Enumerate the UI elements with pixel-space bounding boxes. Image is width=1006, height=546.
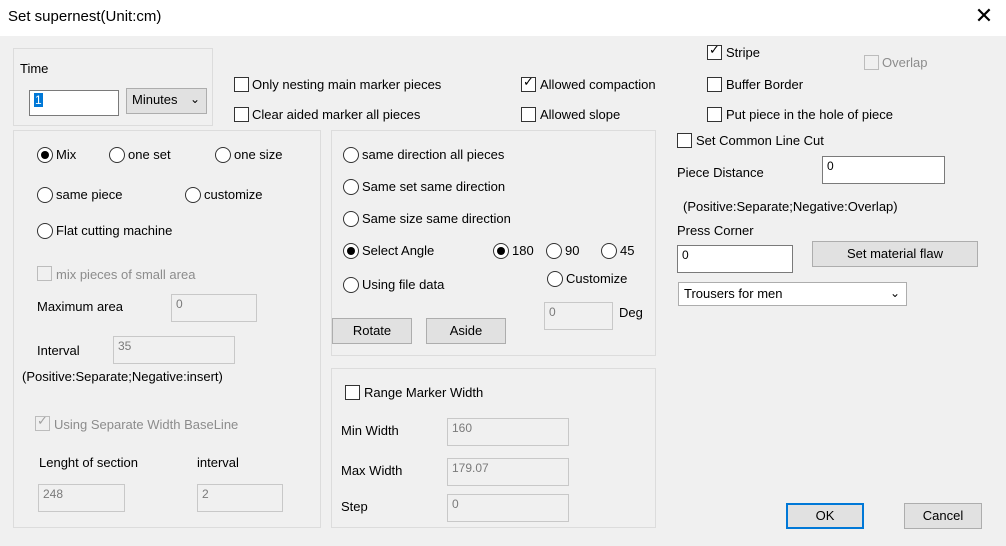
interval-input[interactable]: 35 bbox=[113, 336, 235, 364]
piece-distance-input[interactable]: 0 bbox=[822, 156, 945, 184]
close-icon[interactable]: ✕ bbox=[974, 6, 994, 28]
time-unit-value: Minutes bbox=[132, 92, 178, 107]
piece-distance-label: Piece Distance bbox=[677, 165, 764, 180]
same-size-dir-label: Same size same direction bbox=[362, 211, 511, 226]
common-line-cut-checkbox[interactable] bbox=[677, 133, 692, 148]
same-dir-all-radio[interactable] bbox=[343, 147, 359, 163]
deg-input[interactable]: 0 bbox=[544, 302, 613, 330]
sep-width-label: Using Separate Width BaseLine bbox=[54, 417, 239, 432]
max-area-input[interactable]: 0 bbox=[171, 294, 257, 322]
interval-label: Interval bbox=[37, 343, 80, 358]
select-angle-radio[interactable] bbox=[343, 243, 359, 259]
allowed-slope-label: Allowed slope bbox=[540, 107, 621, 122]
angle-90-radio[interactable] bbox=[546, 243, 562, 259]
step-input[interactable]: 0 bbox=[447, 494, 569, 522]
buffer-border-checkbox[interactable] bbox=[707, 77, 722, 92]
step-label: Step bbox=[341, 499, 368, 514]
overlap-label: Overlap bbox=[882, 55, 928, 70]
buffer-border-label: Buffer Border bbox=[726, 77, 804, 92]
using-file-label: Using file data bbox=[362, 277, 445, 292]
mix-label: Mix bbox=[56, 147, 77, 162]
garment-type-value: Trousers for men bbox=[684, 286, 783, 301]
one-set-label: one set bbox=[128, 147, 171, 162]
max-area-label: Maximum area bbox=[37, 299, 123, 314]
time-label: Time bbox=[20, 61, 49, 76]
length-section-label: Lenght of section bbox=[39, 455, 139, 470]
angle-45-radio[interactable] bbox=[601, 243, 617, 259]
garment-type-select[interactable]: Trousers for men ⌄ bbox=[678, 282, 907, 306]
same-piece-radio[interactable] bbox=[37, 187, 53, 203]
time-input[interactable]: 1 bbox=[29, 90, 119, 116]
mix-small-area-label: mix pieces of small area bbox=[56, 267, 196, 282]
length-section-input[interactable]: 248 bbox=[38, 484, 125, 512]
mix-radio[interactable] bbox=[37, 147, 53, 163]
checkmark-icon: ✓ bbox=[709, 43, 720, 58]
min-width-input[interactable]: 160 bbox=[447, 418, 569, 446]
interval2-label: interval bbox=[197, 455, 239, 470]
flat-cutting-radio[interactable] bbox=[37, 223, 53, 239]
allowed-slope-checkbox[interactable] bbox=[521, 107, 536, 122]
range-marker-checkbox[interactable] bbox=[345, 385, 360, 400]
time-value: 1 bbox=[34, 93, 43, 107]
dialog-title: Set supernest(Unit:cm) bbox=[8, 8, 162, 25]
checkmark-icon: ✓ bbox=[523, 75, 534, 90]
same-size-dir-radio[interactable] bbox=[343, 211, 359, 227]
rotate-button[interactable]: Rotate bbox=[332, 318, 412, 344]
set-material-flaw-button[interactable]: Set material flaw bbox=[812, 241, 978, 267]
one-set-radio[interactable] bbox=[109, 147, 125, 163]
flat-cutting-label: Flat cutting machine bbox=[56, 223, 173, 238]
checkmark-icon: ✓ bbox=[37, 414, 48, 429]
one-size-label: one size bbox=[234, 147, 283, 162]
max-width-label: Max Width bbox=[341, 463, 403, 478]
interval-note: (Positive:Separate;Negative:insert) bbox=[22, 369, 223, 384]
stripe-checkbox[interactable]: ✓ bbox=[707, 43, 722, 60]
clear-aided-checkbox[interactable] bbox=[234, 107, 249, 122]
only-nesting-main-label: Only nesting main marker pieces bbox=[252, 77, 442, 92]
select-angle-label: Select Angle bbox=[362, 243, 435, 258]
ok-button[interactable]: OK bbox=[786, 503, 864, 529]
put-piece-in-hole-checkbox[interactable] bbox=[707, 107, 722, 122]
max-width-input[interactable]: 179.07 bbox=[447, 458, 569, 486]
angle-customize-radio[interactable] bbox=[547, 271, 563, 287]
angle-customize-label: Customize bbox=[566, 271, 628, 286]
press-corner-input[interactable]: 0 bbox=[677, 245, 793, 273]
stripe-label: Stripe bbox=[726, 45, 760, 60]
same-piece-label: same piece bbox=[56, 187, 123, 202]
common-line-cut-label: Set Common Line Cut bbox=[696, 133, 824, 148]
clear-aided-label: Clear aided marker all pieces bbox=[252, 107, 421, 122]
put-piece-in-hole-label: Put piece in the hole of piece bbox=[726, 107, 893, 122]
angle-180-label: 180 bbox=[512, 243, 534, 258]
customize-label: customize bbox=[204, 187, 263, 202]
range-marker-label: Range Marker Width bbox=[364, 385, 484, 400]
time-unit-select[interactable]: Minutes ⌄ bbox=[126, 88, 207, 114]
sep-width-checkbox[interactable]: ✓ bbox=[35, 414, 50, 431]
piece-distance-note: (Positive:Separate;Negative:Overlap) bbox=[683, 199, 898, 214]
angle-180-radio[interactable] bbox=[493, 243, 509, 259]
aside-button[interactable]: Aside bbox=[426, 318, 506, 344]
angle-45-label: 45 bbox=[620, 243, 635, 258]
same-dir-all-label: same direction all pieces bbox=[362, 147, 505, 162]
one-size-radio[interactable] bbox=[215, 147, 231, 163]
angle-90-label: 90 bbox=[565, 243, 580, 258]
min-width-label: Min Width bbox=[341, 423, 399, 438]
using-file-radio[interactable] bbox=[343, 277, 359, 293]
radio-dot-icon bbox=[347, 247, 355, 255]
deg-label: Deg bbox=[619, 305, 643, 320]
radio-dot-icon bbox=[41, 151, 49, 159]
chevron-down-icon: ⌄ bbox=[189, 92, 200, 106]
overlap-checkbox[interactable] bbox=[864, 55, 879, 70]
mix-small-area-checkbox[interactable] bbox=[37, 266, 52, 281]
allowed-compaction-checkbox[interactable]: ✓ bbox=[521, 75, 536, 92]
same-set-dir-radio[interactable] bbox=[343, 179, 359, 195]
chevron-down-icon: ⌄ bbox=[889, 286, 900, 300]
cancel-button[interactable]: Cancel bbox=[904, 503, 982, 529]
press-corner-label: Press Corner bbox=[677, 223, 754, 238]
interval2-input[interactable]: 2 bbox=[197, 484, 283, 512]
same-set-dir-label: Same set same direction bbox=[362, 179, 506, 194]
radio-dot-icon bbox=[497, 247, 505, 255]
customize-radio[interactable] bbox=[185, 187, 201, 203]
only-nesting-main-checkbox[interactable] bbox=[234, 77, 249, 92]
allowed-compaction-label: Allowed compaction bbox=[540, 77, 656, 92]
